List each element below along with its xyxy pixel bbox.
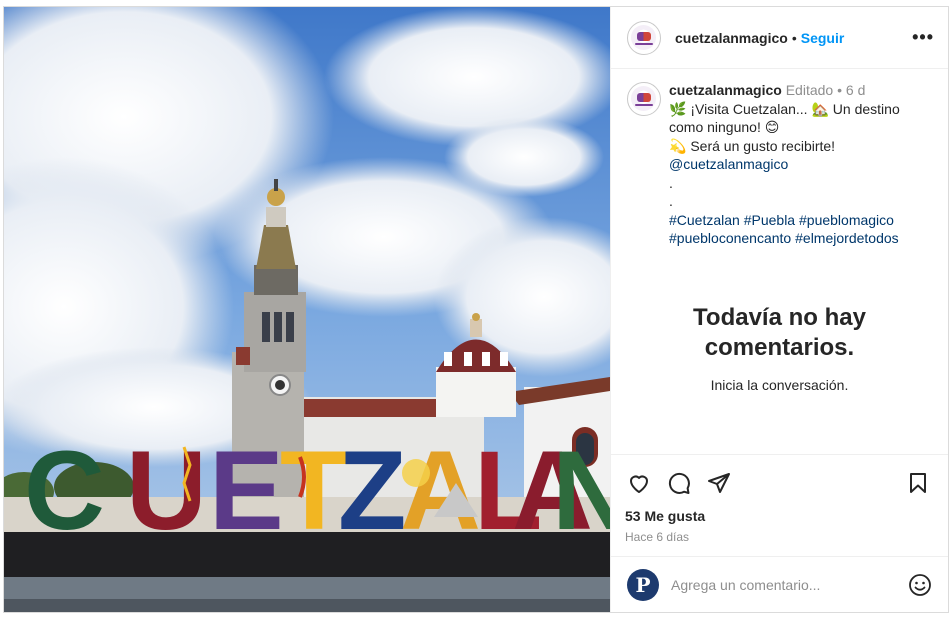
post-side-panel: cuetzalanmagico • Seguir ••• cuetzalanma… [610, 7, 948, 612]
like-heart-icon[interactable] [625, 469, 653, 497]
caption-line2: Será un gusto recibirte! [690, 137, 836, 154]
svg-text:U: U [126, 428, 207, 553]
action-icons [625, 469, 932, 497]
caption-avatar[interactable] [627, 82, 661, 116]
follow-button[interactable]: Seguir [801, 30, 845, 46]
edited-label: Editado [785, 82, 834, 98]
post-modal: C U E T Z A L A N cuetzalanmagico • Segu… [3, 6, 949, 613]
save-bookmark-icon[interactable] [904, 469, 932, 497]
comment-bubble-icon[interactable] [665, 469, 693, 497]
smile-emoji-icon: 😊 [764, 119, 780, 135]
avatar-logo-mark [637, 93, 651, 102]
avatar-logo-line [635, 42, 653, 45]
house-emoji-icon: 🏡 [811, 100, 829, 117]
caption-username[interactable]: cuetzalanmagico [669, 82, 782, 98]
header-separator: • [791, 29, 797, 46]
share-send-icon[interactable] [705, 469, 733, 497]
empty-comments-subtitle: Inicia la conversación. [710, 377, 849, 393]
post-caption: cuetzalanmagico Editado • 6 d 🌿 ¡Visita … [611, 69, 948, 248]
add-comment-bar: P [611, 556, 948, 612]
like-count[interactable]: 53 Me gusta [625, 508, 932, 524]
church-photo-illustration: C U E T Z A L A N [4, 7, 610, 612]
caption-dot: . [669, 193, 673, 209]
author-avatar[interactable] [627, 20, 661, 55]
comment-input[interactable] [671, 576, 908, 593]
hashtag-link[interactable]: #Cuetzalan [669, 212, 740, 228]
post-timestamp: Hace 6 días [625, 530, 690, 544]
avatar-logo-line [635, 104, 653, 106]
svg-text:N: N [552, 428, 610, 553]
caption-age: 6 d [845, 82, 866, 98]
svg-text:E: E [209, 428, 284, 553]
current-user-avatar[interactable]: P [627, 568, 659, 601]
mention-link[interactable]: @cuetzalanmagico [669, 156, 788, 172]
avatar-logo-mark [637, 31, 651, 41]
leaf-emoji-icon: 🌿 [669, 100, 687, 117]
empty-comments-title: Todavía no hay comentarios. [693, 304, 866, 361]
more-options-icon[interactable]: ••• [912, 27, 934, 48]
post-actions: 53 Me gusta Hace 6 días [611, 454, 948, 544]
caption-text: cuetzalanmagico Editado • 6 d 🌿 ¡Visita … [669, 81, 934, 248]
hashtag-link[interactable]: #puebloconencanto [669, 230, 791, 246]
author-username[interactable]: cuetzalanmagico [675, 30, 788, 46]
hashtag-link[interactable]: #pueblomagico [799, 212, 894, 228]
svg-text:C: C [24, 428, 105, 553]
caption-line1-a: ¡Visita Cuetzalan... [690, 100, 808, 117]
caption-dot: . [669, 174, 673, 191]
sparkle-emoji-icon: 💫 [669, 137, 687, 154]
hashtag-link[interactable]: #Puebla [744, 212, 795, 228]
emoji-picker-icon[interactable] [908, 573, 932, 597]
meta-separator: • [833, 82, 846, 98]
post-header: cuetzalanmagico • Seguir ••• [611, 7, 948, 69]
svg-text:Z: Z [338, 428, 406, 553]
empty-comments: Todavía no hay comentarios. Inicia la co… [611, 303, 948, 393]
svg-text:A: A [400, 428, 481, 553]
hashtag-link[interactable]: #elmejordetodos [795, 230, 899, 246]
post-photo[interactable]: C U E T Z A L A N [4, 7, 610, 612]
